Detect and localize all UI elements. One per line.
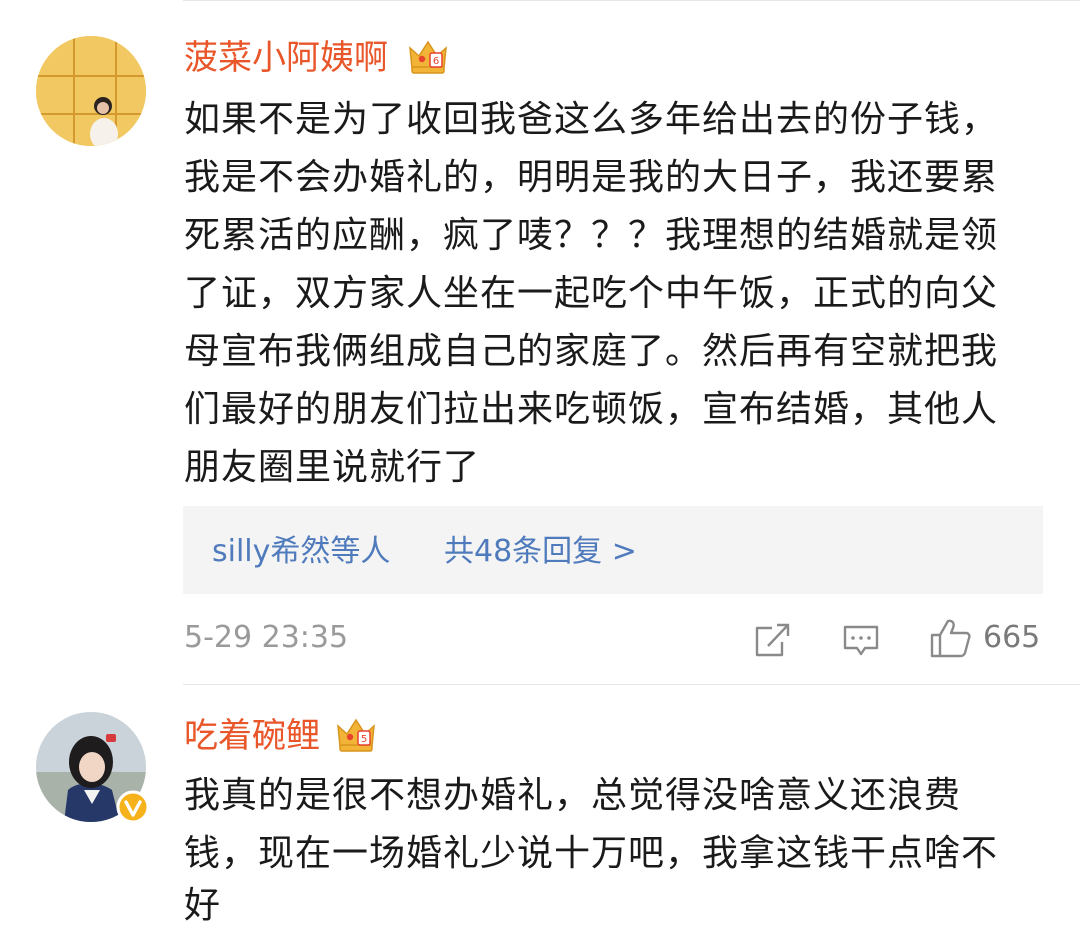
comment-text-line: 了证，双方家人坐在一起吃个中午饭，正式的向父: [184, 273, 999, 314]
username[interactable]: 菠菜小阿姨啊: [184, 38, 388, 78]
comment-text-line: 朋友圈里说就行了: [184, 447, 481, 488]
like-icon[interactable]: [928, 617, 972, 659]
top-divider: [183, 0, 1080, 1]
verified-v-icon: [116, 790, 150, 824]
reply-count-link[interactable]: 共48条回复 >: [444, 532, 637, 572]
comment-text-line: 死累活的应酬，疯了唛？？？我理想的结婚就是领: [184, 215, 999, 256]
username[interactable]: 吃着碗鲤: [184, 716, 320, 756]
timestamp: 5-29 23:35: [184, 620, 349, 655]
like-count: 665: [983, 620, 1041, 655]
comment-text-line: 如果不是为了收回我爸这么多年给出去的份子钱，: [184, 99, 999, 140]
comment-text-line: 我真的是很不想办婚礼，总觉得没啥意义还浪费: [184, 775, 962, 816]
share-icon[interactable]: [752, 620, 792, 660]
crown-icon: 6: [409, 40, 447, 74]
comment-divider: [183, 684, 1080, 685]
crown-icon: 5: [337, 718, 375, 752]
avatar-image: [36, 36, 146, 146]
comment-text-line: 钱，现在一场婚礼少说十万吧，我拿这钱干点啥不: [184, 833, 999, 874]
svg-text:6: 6: [433, 56, 439, 67]
comment-text-line: 我是不会办婚礼的，明明是我的大日子，我还要累: [184, 157, 999, 198]
svg-text:5: 5: [361, 734, 367, 745]
avatar[interactable]: [36, 36, 146, 146]
comment-text-line: 好: [184, 885, 222, 926]
comment-text-line: 们最好的朋友们拉出来吃顿饭，宣布结婚，其他人: [184, 389, 999, 430]
comment-icon[interactable]: [841, 620, 881, 660]
reply-users-link[interactable]: silly希然等人: [212, 532, 390, 572]
comment-text-line: 母宣布我俩组成自己的家庭了。然后再有空就把我: [184, 331, 999, 372]
